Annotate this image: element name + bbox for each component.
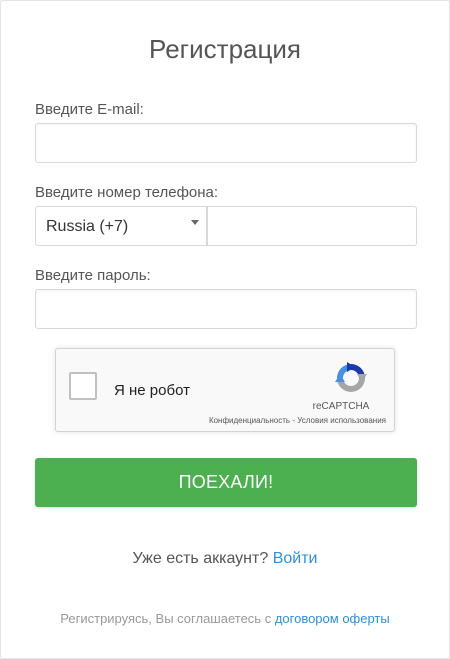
recaptcha-brand: reCAPTCHA <box>312 401 370 412</box>
captcha-label: Я не робот <box>114 382 190 399</box>
phone-label: Введите номер телефона: <box>35 184 219 201</box>
country-code-value: Russia (+7) <box>46 218 129 235</box>
terms-text: Регистрируясь, Вы соглашаетесь с <box>60 611 275 626</box>
login-prompt-row: Уже есть аккаунт? Войти <box>1 550 449 568</box>
recaptcha-links: Конфиденциальность - Условия использован… <box>174 416 386 425</box>
recaptcha-logo-icon <box>335 362 367 392</box>
terms-of-use-link[interactable]: Условия использования <box>297 416 386 425</box>
recaptcha-widget: Я не робот reCAPTCHA Конфиденциальность … <box>55 348 395 432</box>
login-link[interactable]: Войти <box>273 550 318 567</box>
country-code-select[interactable]: Russia (+7) <box>35 206 207 246</box>
privacy-link[interactable]: Конфиденциальность <box>209 416 290 425</box>
login-prompt-text: Уже есть аккаунт? <box>132 550 273 567</box>
email-label: Введите E-mail: <box>35 101 144 118</box>
email-field[interactable] <box>35 123 417 163</box>
caret-down-icon <box>191 220 199 225</box>
password-field[interactable] <box>35 289 417 329</box>
terms-row: Регистрируясь, Вы соглашаетесь с договор… <box>1 611 449 626</box>
submit-button[interactable]: ПОЕХАЛИ! <box>35 458 417 507</box>
page-title: Регистрация <box>149 34 301 64</box>
captcha-checkbox[interactable] <box>69 372 97 400</box>
password-label: Введите пароль: <box>35 267 151 284</box>
phone-field[interactable] <box>207 206 417 246</box>
registration-card: Регистрация Введите E-mail: Введите номе… <box>0 0 450 659</box>
offer-agreement-link[interactable]: договором оферты <box>275 611 390 626</box>
